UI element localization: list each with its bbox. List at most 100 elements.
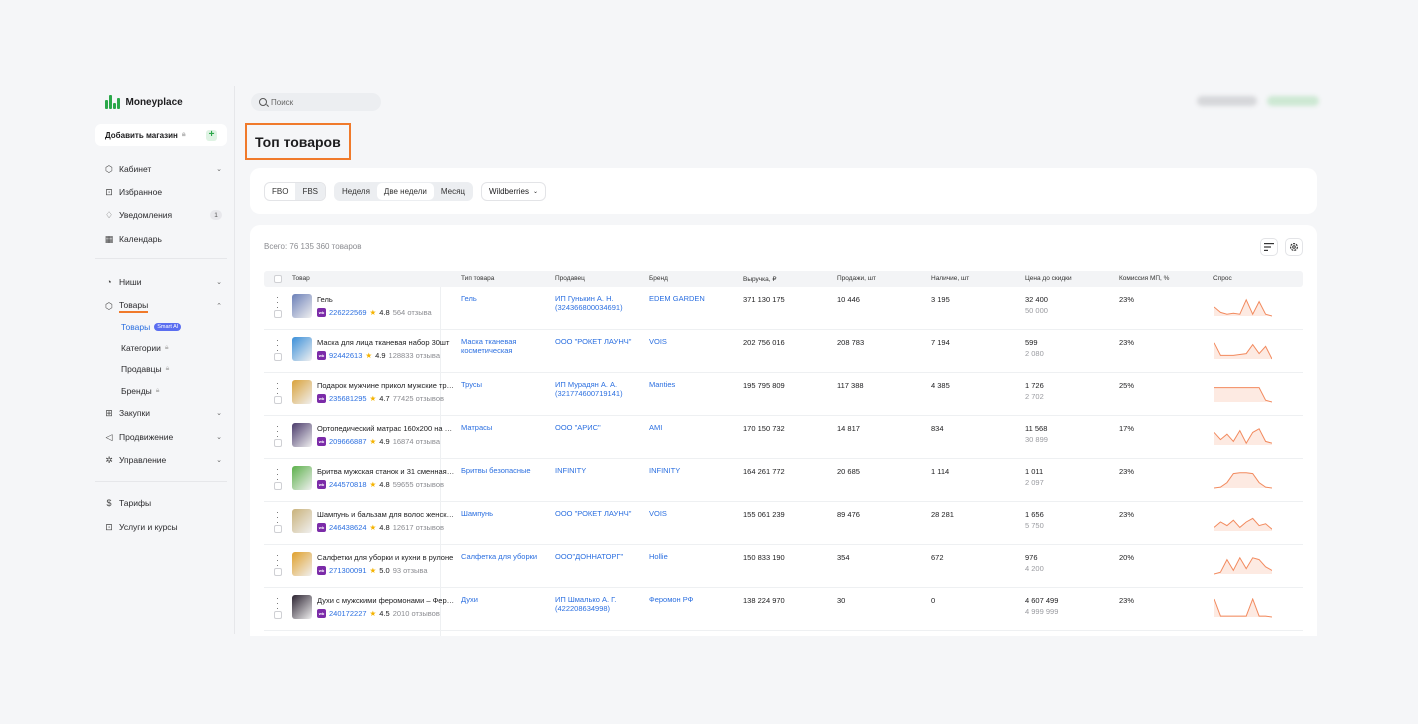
table-row[interactable]: ··· Духи с мужскими феромонами – Феромон … [264, 588, 1303, 631]
row-menu-icon[interactable]: · · · [276, 508, 279, 527]
column-header[interactable]: Товар [292, 275, 310, 282]
plus-icon[interactable]: + [206, 129, 217, 141]
product-type-link[interactable]: Маска тканевая косметическая [461, 337, 547, 355]
product-type-link[interactable]: Духи [461, 595, 547, 605]
row-checkbox[interactable] [274, 310, 282, 318]
seller-link[interactable]: ООО"ДОННАТОРГ" [555, 552, 641, 562]
product-sku-link[interactable]: 92442613 [329, 351, 362, 360]
seller-link[interactable]: ООО "РОКЕТ ЛАУНЧ" [555, 509, 641, 519]
seller-link[interactable]: ИП Гунькин А. Н. (324366800034691) [555, 294, 641, 312]
product-type-link[interactable]: Гель [461, 294, 547, 304]
chevron-up-icon[interactable]: ⌃ [216, 302, 222, 310]
sidebar-item[interactable]: ⊡ Избранное [104, 184, 222, 200]
column-header[interactable]: Цена до скидки [1025, 275, 1072, 282]
sidebar-subitem[interactable]: Категории 🔒︎ [121, 341, 169, 355]
period-week[interactable]: Неделя [335, 183, 377, 200]
product-sku-link[interactable]: 209666887 [329, 437, 367, 446]
brand-link[interactable]: AMI [649, 423, 735, 433]
sidebar-subitem[interactable]: Товары Smart AI [121, 320, 182, 334]
table-row[interactable]: ··· Ортопедический матрас 160х200 на кров… [264, 416, 1303, 459]
table-row[interactable]: ··· Шампунь и бальзам для волос женский н… [264, 502, 1303, 545]
product-name[interactable]: Шампунь и бальзам для волос женский набо… [317, 510, 455, 519]
product-name[interactable]: Салфетки для уборки и кухни в рулоне [317, 553, 455, 562]
row-menu-icon[interactable]: · · · [276, 551, 279, 570]
table-row[interactable]: · · · Гель wb 226222569 ★ 4.8 564 отзыва Гель ИП Г… [264, 287, 1303, 330]
chevron-down-icon[interactable]: ⌄ [216, 433, 222, 441]
sidebar-item[interactable]: ⬡ Кабинет ⌄ [104, 161, 222, 177]
product-thumbnail[interactable] [292, 552, 312, 576]
sort-button[interactable] [1260, 238, 1278, 256]
column-header[interactable]: Наличие, шт [931, 275, 969, 282]
product-thumbnail[interactable] [292, 337, 312, 361]
chevron-down-icon[interactable]: ⌄ [216, 456, 222, 464]
product-name[interactable]: Духи с мужскими феромонами – Феромон РФ [317, 596, 455, 605]
column-header[interactable]: Бренд [649, 275, 668, 282]
period-two-weeks[interactable]: Две недели [376, 182, 434, 200]
product-thumbnail[interactable] [292, 466, 312, 490]
fulfilment-fbs[interactable]: FBS [295, 182, 326, 200]
marketplace-select[interactable]: Wildberries ⌄ [480, 181, 547, 201]
seller-link[interactable]: ООО "РОКЕТ ЛАУНЧ" [555, 337, 641, 347]
brand-link[interactable]: EDEM GARDEN [649, 294, 735, 304]
product-name[interactable]: Бритва мужская станок и 31 сменная кассе… [317, 467, 455, 476]
logo[interactable]: Moneyplace [105, 95, 183, 109]
seller-link[interactable]: ИП Шмалько А. Г. (422208634998) [555, 595, 641, 613]
product-thumbnail[interactable] [292, 423, 312, 447]
column-header[interactable]: Выручка, ₽ [743, 275, 777, 283]
table-row[interactable]: · · · Маска для лица тканевая набор 30шт wb 9… [264, 330, 1303, 373]
table-row[interactable]: · · · Подарок мужчине прикол мужские трусы w… [264, 373, 1303, 416]
sidebar-item[interactable]: ▦ Календарь [104, 231, 222, 247]
product-thumbnail[interactable] [292, 509, 312, 533]
product-sku-link[interactable]: 246438624 [329, 523, 367, 532]
row-menu-icon[interactable]: · · · [276, 293, 279, 312]
row-menu-icon[interactable]: · · · [276, 336, 279, 355]
sidebar-item[interactable]: ◁ Продвижение ⌄ [104, 429, 222, 445]
brand-link[interactable]: VOIS [649, 337, 735, 347]
product-type-link[interactable]: Матрасы [461, 423, 547, 433]
user-area[interactable] [1197, 96, 1319, 106]
row-checkbox[interactable] [274, 482, 282, 490]
brand-link[interactable]: Hollie [649, 552, 735, 562]
brand-link[interactable]: Manties [649, 380, 735, 390]
brand-link[interactable]: INFINITY [649, 466, 735, 476]
product-thumbnail[interactable] [292, 380, 312, 404]
product-sku-link[interactable]: 240172227 [329, 609, 367, 618]
product-sku-link[interactable]: 235681295 [329, 394, 367, 403]
account-selector[interactable] [1197, 96, 1257, 106]
row-checkbox[interactable] [274, 439, 282, 447]
search-input[interactable]: Поиск [251, 93, 381, 111]
row-checkbox[interactable] [274, 396, 282, 404]
chevron-down-icon[interactable]: ⌄ [216, 278, 222, 286]
sidebar-item[interactable]: ✲ Управление ⌄ [104, 452, 222, 468]
product-type-link[interactable]: Трусы [461, 380, 547, 390]
sidebar-item[interactable]: ⬡ Товары ⌃ [104, 298, 222, 314]
sidebar-item[interactable]: $ Тарифы [104, 495, 222, 511]
column-header[interactable]: Комиссия МП, % [1119, 275, 1169, 282]
product-thumbnail[interactable] [292, 294, 312, 318]
sidebar-subitem[interactable]: Бренды 🔒︎ [121, 384, 160, 398]
sidebar-item[interactable]: ⊡ Услуги и курсы [104, 519, 222, 535]
row-menu-icon[interactable]: · · · [276, 594, 279, 613]
seller-link[interactable]: ООО "АРИС" [555, 423, 641, 433]
sidebar-item[interactable]: ⊞ Закупки ⌄ [104, 405, 222, 421]
seller-link[interactable]: ИП Мурадян А. А. (321774600719141) [555, 380, 641, 398]
product-sku-link[interactable]: 244570818 [329, 480, 367, 489]
product-type-link[interactable]: Бритвы безопасные [461, 466, 547, 476]
row-menu-icon[interactable]: · · · [276, 379, 279, 398]
row-checkbox[interactable] [274, 611, 282, 619]
table-row[interactable]: · · · Салфетки для уборки и кухни в рулоне w… [264, 545, 1303, 588]
brand-link[interactable]: Феромон РФ [649, 595, 735, 605]
select-all-checkbox[interactable] [274, 275, 282, 283]
product-sku-link[interactable]: 226222569 [329, 308, 367, 317]
sidebar-subitem[interactable]: Продавцы 🔒︎ [121, 362, 169, 376]
chevron-down-icon[interactable]: ⌄ [216, 165, 222, 173]
column-header[interactable]: Продажи, шт [837, 275, 876, 282]
seller-link[interactable]: INFINITY [555, 466, 641, 476]
product-name[interactable]: Подарок мужчине прикол мужские трусы [317, 381, 455, 390]
fulfilment-fbo[interactable]: FBO [265, 183, 295, 200]
sidebar-item[interactable]: ◔ Ниши ⌄ [104, 274, 222, 290]
product-name[interactable]: Маска для лица тканевая набор 30шт [317, 338, 455, 347]
product-type-link[interactable]: Салфетка для уборки [461, 552, 547, 562]
brand-link[interactable]: VOIS [649, 509, 735, 519]
product-sku-link[interactable]: 271300091 [329, 566, 367, 575]
